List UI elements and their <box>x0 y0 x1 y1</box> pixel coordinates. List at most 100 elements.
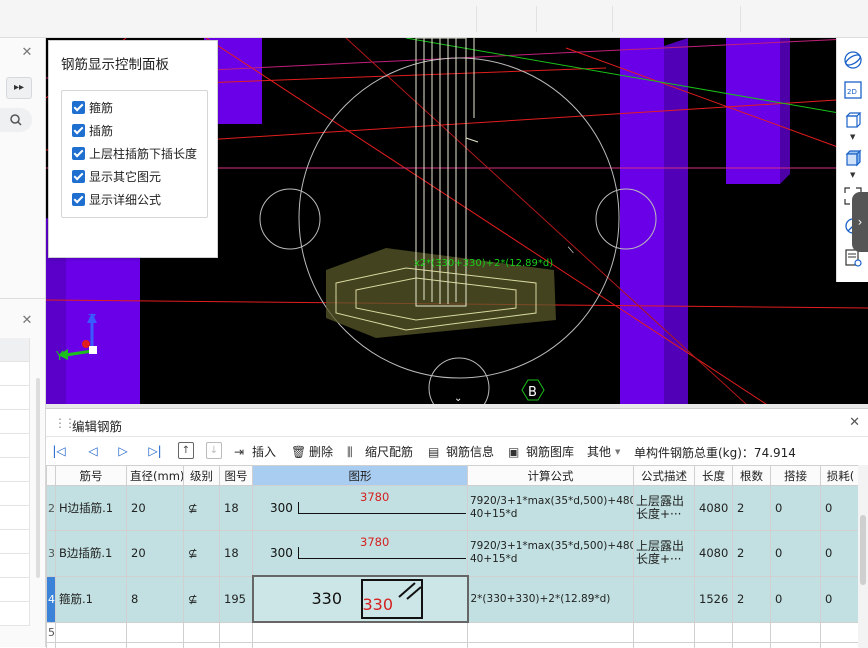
cell-lap[interactable]: 0 <box>770 575 821 623</box>
close-icon[interactable]: ✕ <box>20 46 34 60</box>
list-item[interactable] <box>0 578 30 602</box>
scrollbar-thumb[interactable] <box>860 515 866 585</box>
scrollbar[interactable] <box>36 378 40 578</box>
cube-top-icon[interactable] <box>843 110 863 130</box>
column-header[interactable]: 损耗( <box>820 465 858 486</box>
list-item[interactable] <box>0 482 30 506</box>
list-item[interactable] <box>0 554 30 578</box>
chevron-down-icon[interactable]: ▼ <box>850 133 855 141</box>
table-row[interactable]: 3 B边插筋.1 20 ⊈ 18 300 3780 7920/3+1*max(3… <box>46 530 858 577</box>
cell-formula[interactable]: 7920/3+1*max(35*d,500)+480-40+15*d <box>467 485 634 531</box>
list-item[interactable] <box>0 362 30 386</box>
list-item[interactable] <box>0 338 30 362</box>
last-record-icon[interactable]: ▷| <box>148 444 162 458</box>
chevron-down-icon[interactable]: ▼ <box>850 171 855 179</box>
cell-description[interactable]: 上层露出长度+··· <box>633 485 695 531</box>
cell-grade[interactable]: ⊈ <box>183 575 220 623</box>
cell-formula[interactable]: 7920/3+1*max(35*d,500)+480-40+15*d <box>467 530 634 577</box>
delete-button[interactable]: 🗑 删除 <box>291 443 333 460</box>
checkbox-checked[interactable] <box>72 100 85 114</box>
orbit-icon[interactable] <box>843 50 863 70</box>
cell-shape[interactable]: 330 330 <box>251 575 469 623</box>
row-number[interactable]: 4 <box>46 575 56 623</box>
cell-figure[interactable]: 18 <box>219 485 253 531</box>
list-item[interactable] <box>0 506 30 530</box>
cell-count[interactable]: 2 <box>732 530 771 577</box>
other-menu[interactable]: 其他 ▼ <box>587 443 620 460</box>
cell-formula[interactable]: 2*(330+330)+2*(12.89*d) <box>467 575 634 623</box>
cell-figure[interactable]: 18 <box>219 530 253 577</box>
option-show-others[interactable]: 显示其它图元 <box>72 167 161 185</box>
cell-figure[interactable]: 195 <box>219 575 253 623</box>
cell-length[interactable]: 4080 <box>694 530 733 577</box>
table-row-empty[interactable] <box>46 641 858 648</box>
cell-lap[interactable]: 0 <box>770 485 821 531</box>
list-item[interactable] <box>0 410 30 434</box>
cell-shape[interactable]: 300 3780 <box>252 485 468 531</box>
cell-loss[interactable]: 0 <box>820 575 858 623</box>
rebar-info-button[interactable]: ▤ 钢筋信息 <box>428 443 494 460</box>
cell-diameter[interactable]: 8 <box>126 575 184 623</box>
cell-description[interactable] <box>633 575 695 623</box>
cube-solid-icon[interactable] <box>843 148 863 168</box>
cell-diameter[interactable]: 20 <box>126 530 184 577</box>
cell-lap[interactable]: 0 <box>770 530 821 577</box>
scale-rebar-button[interactable]: ⫼ 缩尺配筋 <box>347 443 413 460</box>
close-icon[interactable]: ✕ <box>849 415 860 430</box>
row-number[interactable]: 3 <box>46 530 56 577</box>
search-field[interactable] <box>0 108 32 132</box>
table-row[interactable]: 2 H边插筋.1 20 ⊈ 18 300 3780 7920/3+1*max(3… <box>46 485 858 531</box>
list-item[interactable] <box>0 386 30 410</box>
table-row-empty[interactable]: 5 <box>46 621 858 643</box>
cell-shape[interactable]: 300 3780 <box>252 530 468 577</box>
column-header[interactable]: 长度 <box>694 465 733 486</box>
column-header[interactable]: 根数 <box>732 465 771 486</box>
column-header[interactable]: 公式描述 <box>633 465 695 486</box>
checkbox-checked[interactable] <box>72 192 85 206</box>
cell-loss[interactable]: 0 <box>820 485 858 531</box>
cell-name[interactable]: 箍筋.1 <box>55 575 127 623</box>
rebar-library-button[interactable]: ▣ 钢筋图库 <box>508 443 574 460</box>
list-item[interactable] <box>0 530 30 554</box>
cell-diameter[interactable]: 20 <box>126 485 184 531</box>
column-header[interactable]: 筋号 <box>55 465 127 486</box>
cell-count[interactable]: 2 <box>732 575 771 623</box>
cell-name[interactable]: H边插筋.1 <box>55 485 127 531</box>
column-header[interactable]: 搭接 <box>770 465 821 486</box>
drag-grip-icon[interactable]: ⋮⋮ <box>54 416 76 430</box>
expand-button[interactable]: ▸▸ <box>6 77 32 99</box>
option-stirrup[interactable]: 箍筋 <box>72 98 113 116</box>
move-up-icon[interactable]: ↑ <box>178 442 194 459</box>
cell-name[interactable]: B边插筋.1 <box>55 530 127 577</box>
checkbox-checked[interactable] <box>72 169 85 183</box>
cell-length[interactable]: 4080 <box>694 485 733 531</box>
list-item[interactable] <box>0 602 30 626</box>
table-scrollbar[interactable] <box>858 465 868 648</box>
column-header[interactable]: 计算公式 <box>467 465 634 486</box>
column-header[interactable]: 图号 <box>219 465 253 486</box>
column-header[interactable]: 直径(mm) <box>126 465 184 486</box>
table-row-selected[interactable]: 4 箍筋.1 8 ⊈ 195 330 330 2*(330+330)+2*(12… <box>46 575 858 623</box>
cell-grade[interactable]: ⊈ <box>183 485 220 531</box>
column-header[interactable]: 图形 <box>252 465 468 486</box>
row-number[interactable]: 2 <box>46 485 56 531</box>
cell-description[interactable]: 上层露出长度+··· <box>633 530 695 577</box>
cell-length[interactable]: 1526 <box>694 575 733 623</box>
cell-loss[interactable]: 0 <box>820 530 858 577</box>
option-dowel[interactable]: 插筋 <box>72 121 113 139</box>
insert-button[interactable]: ⇥ 插入 <box>234 443 276 460</box>
previous-record-icon[interactable]: ◁ <box>86 444 100 458</box>
row-number[interactable]: 5 <box>46 621 56 643</box>
option-upper-column-dowel[interactable]: 上层柱插筋下插长度 <box>72 144 197 162</box>
checkbox-checked[interactable] <box>72 146 85 160</box>
list-item[interactable] <box>0 458 30 482</box>
next-record-icon[interactable]: ▷ <box>116 444 130 458</box>
column-header[interactable]: 级别 <box>183 465 220 486</box>
cell-grade[interactable]: ⊈ <box>183 530 220 577</box>
checkbox-checked[interactable] <box>72 123 85 137</box>
first-record-icon[interactable]: |◁ <box>52 444 66 458</box>
close-icon[interactable]: ✕ <box>20 314 34 328</box>
option-show-formula[interactable]: 显示详细公式 <box>72 190 161 208</box>
view-2d-icon[interactable]: 2D <box>843 80 863 100</box>
list-item[interactable] <box>0 434 30 458</box>
